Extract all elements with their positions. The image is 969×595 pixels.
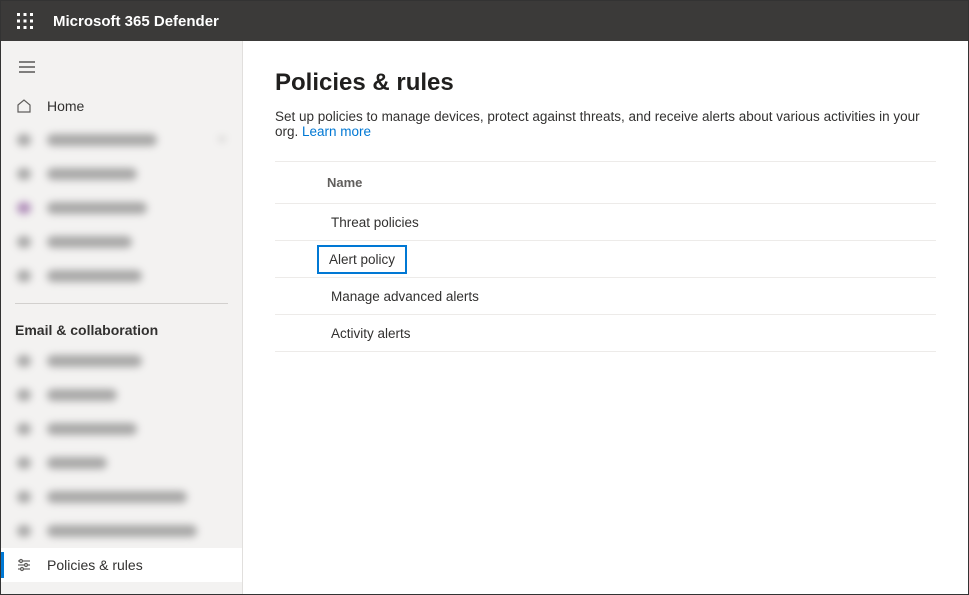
hamburger-icon[interactable] xyxy=(15,55,39,79)
sidebar-item-home[interactable]: Home xyxy=(1,89,242,123)
main-content: Policies & rules Set up policies to mana… xyxy=(243,41,968,594)
sliders-icon xyxy=(15,556,33,574)
sidebar-item-blurred xyxy=(1,446,242,480)
sidebar-item-blurred xyxy=(1,157,242,191)
sidebar-section-email: Email & collaboration xyxy=(1,314,242,344)
sidebar-item-label: Home xyxy=(47,98,84,114)
page-title: Policies & rules xyxy=(275,69,936,97)
cell-name: Threat policies xyxy=(327,215,423,230)
cell-name: Manage advanced alerts xyxy=(327,289,483,304)
sidebar-item-blurred xyxy=(1,225,242,259)
learn-more-link[interactable]: Learn more xyxy=(302,124,371,139)
sidebar-item-policies-rules[interactable]: Policies & rules xyxy=(1,548,242,582)
table-header: Name xyxy=(275,162,936,204)
sidebar-item-blurred xyxy=(1,123,242,157)
sidebar-item-blurred xyxy=(1,344,242,378)
sidebar-item-blurred xyxy=(1,480,242,514)
home-icon xyxy=(15,97,33,115)
table-row-activity-alerts[interactable]: Activity alerts xyxy=(275,315,936,352)
sidebar-item-blurred xyxy=(1,514,242,548)
sidebar-item-label: Policies & rules xyxy=(47,557,143,573)
sidebar: Home Email & collaboration xyxy=(1,41,243,594)
sidebar-item-blurred xyxy=(1,378,242,412)
sidebar-item-blurred xyxy=(1,191,242,225)
top-bar: Microsoft 365 Defender xyxy=(1,1,968,41)
page-subtitle: Set up policies to manage devices, prote… xyxy=(275,109,936,139)
divider xyxy=(15,303,228,304)
app-title: Microsoft 365 Defender xyxy=(53,13,219,30)
table-row-manage-advanced-alerts[interactable]: Manage advanced alerts xyxy=(275,278,936,315)
sidebar-item-blurred xyxy=(1,412,242,446)
table-row-threat-policies[interactable]: Threat policies xyxy=(275,204,936,241)
column-name: Name xyxy=(327,175,362,190)
app-launcher-icon[interactable] xyxy=(9,5,41,37)
cell-name: Alert policy xyxy=(317,245,407,274)
table-row-alert-policy[interactable]: Alert policy xyxy=(275,241,936,278)
sidebar-item-blurred xyxy=(1,259,242,293)
cell-name: Activity alerts xyxy=(327,326,415,341)
rules-table: Name Threat policies Alert policy Manage… xyxy=(275,161,936,352)
